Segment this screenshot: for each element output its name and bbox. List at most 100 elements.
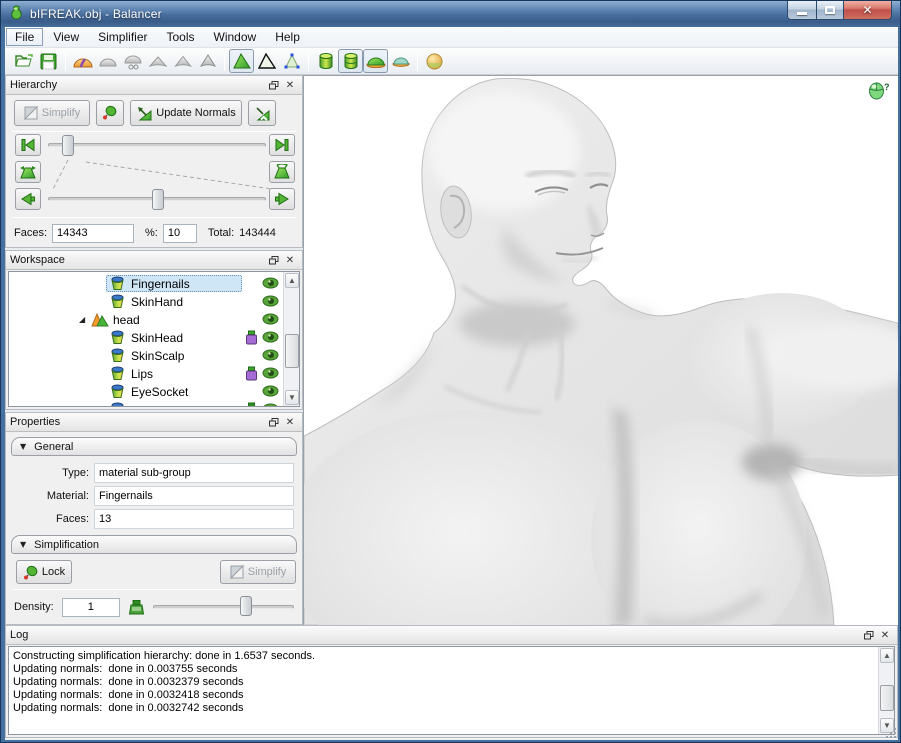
scroll-thumb[interactable] [880,685,894,711]
float-panel-button[interactable] [861,628,877,642]
lock-button[interactable]: Lock [16,560,72,584]
triangle-solid-button[interactable] [229,49,254,73]
close-panel-button[interactable]: ✕ [282,253,298,267]
dome-rimmed-button[interactable] [388,49,413,73]
tree-expand-arrow[interactable]: ◢ [79,315,85,324]
hemisphere-plain-button[interactable] [95,49,120,73]
step-left-icon [20,192,36,206]
viewport-3d[interactable]: ? [303,75,898,625]
goto-start-button[interactable] [15,134,41,156]
visibility-eye-icon[interactable] [262,384,279,398]
pin-button[interactable] [96,100,124,126]
simplification-section-header[interactable]: ▼ Simplification [11,535,297,554]
apply-normals-button[interactable] [248,100,276,126]
simplify-selection-button[interactable]: Simplify [220,560,296,584]
log-line: Updating normals: done in 0.0032379 seco… [9,675,876,688]
hierarchy-level-slider[interactable] [48,143,266,147]
close-panel-button[interactable]: ✕ [282,415,298,429]
toolbar-separator [224,51,225,71]
hemisphere-striped-button[interactable] [70,49,95,73]
log-titlebar[interactable]: Log ✕ [6,626,897,645]
material-field[interactable] [94,486,294,506]
locked-material-icon [245,330,258,345]
mouse-help-icon[interactable]: ? [868,82,890,105]
maximize-icon [825,6,835,14]
tree-row-fingernails[interactable]: Fingernails [9,275,282,293]
tree-row-lips[interactable]: Lips [9,365,282,383]
menu-view[interactable]: View [44,28,88,46]
cone-sharp-button[interactable] [195,49,220,73]
cone-mid-button[interactable] [170,49,195,73]
triangle-vertices-button[interactable] [279,49,304,73]
resize-grip[interactable] [885,727,898,740]
material-bucket-icon [110,384,125,402]
dome-rimmed-active-button[interactable] [363,49,388,73]
cylinder-button[interactable] [313,49,338,73]
close-button[interactable]: ✕ [844,1,892,20]
density-slider[interactable] [153,596,294,618]
float-panel-button[interactable] [266,253,282,267]
scroll-thumb[interactable] [285,334,299,368]
triangle-wireframe-button[interactable] [254,49,279,73]
tree-row-skinhand[interactable]: SkinHand [9,293,282,311]
tree-row-partial[interactable] [9,401,282,407]
simplify-icon [24,106,38,120]
menu-help[interactable]: Help [266,28,309,46]
general-section-header[interactable]: ▼ General [11,437,297,456]
visibility-eye-icon[interactable] [262,312,279,326]
properties-titlebar[interactable]: Properties ✕ [6,413,302,432]
tree-row-eyesocket[interactable]: EyeSocket [9,383,282,401]
visibility-eye-icon[interactable] [262,402,279,407]
float-panel-button[interactable] [266,415,282,429]
menu-tools[interactable]: Tools [157,28,203,46]
hemisphere-detach-button[interactable] [120,49,145,73]
titlebar[interactable]: bIFREAK.obj - Balancer ✕ [1,1,900,27]
faces-input[interactable] [52,224,134,243]
sphere-blend-button[interactable] [422,49,447,73]
scroll-up-arrow[interactable]: ▲ [880,648,894,663]
cylinder-banded-button[interactable] [338,49,363,73]
visibility-eye-icon[interactable] [262,276,279,290]
visibility-eye-icon[interactable] [262,366,279,380]
visibility-eye-icon[interactable] [262,348,279,362]
tree-row-skinhead[interactable]: SkinHead [9,329,282,347]
menu-window[interactable]: Window [205,28,266,46]
menu-file[interactable]: File [6,28,43,46]
faces-label: Faces: [6,513,94,525]
percent-input[interactable] [163,224,197,243]
float-panel-button[interactable] [266,78,282,92]
goto-end-button[interactable] [269,134,295,156]
close-icon: ✕ [862,3,872,17]
simplify-icon [230,565,244,579]
close-panel-button[interactable]: ✕ [282,78,298,92]
tree-row-skinscalp[interactable]: SkinScalp [9,347,282,365]
workspace-scrollbar[interactable]: ▲ ▼ [283,272,299,406]
step-right-icon [274,192,290,206]
menu-simplifier[interactable]: Simplifier [89,28,156,46]
close-panel-button[interactable]: ✕ [877,628,893,642]
density-input[interactable] [62,598,120,617]
density-slider-handle[interactable] [240,596,252,616]
locked-material-icon [245,402,258,407]
visibility-eye-icon[interactable] [262,294,279,308]
log-scrollbar[interactable]: ▲ ▼ [878,647,894,734]
hierarchy-fine-slider-handle[interactable] [152,189,164,210]
workspace-panel: Workspace ✕ Fingernails [5,250,303,410]
simplify-button[interactable]: Simplify [14,100,90,126]
open-file-button[interactable] [11,49,36,73]
log-output[interactable]: Constructing simplification hierarchy: d… [8,646,895,735]
update-normals-button[interactable]: Update Normals [130,100,242,126]
tree-row-head[interactable]: ◢ head [9,311,282,329]
scroll-up-arrow[interactable]: ▲ [285,273,299,288]
maximize-button[interactable] [816,1,844,20]
cone-flat-button[interactable] [145,49,170,73]
save-file-button[interactable] [36,49,61,73]
type-field[interactable] [94,463,294,483]
workspace-titlebar[interactable]: Workspace ✕ [6,251,302,270]
hierarchy-titlebar[interactable]: Hierarchy ✕ [6,76,302,95]
faces-field[interactable] [94,509,294,529]
hierarchy-level-slider-handle[interactable] [62,135,74,156]
scroll-down-arrow[interactable]: ▼ [285,390,299,405]
visibility-eye-icon[interactable] [262,330,279,344]
minimize-button[interactable] [787,1,816,20]
